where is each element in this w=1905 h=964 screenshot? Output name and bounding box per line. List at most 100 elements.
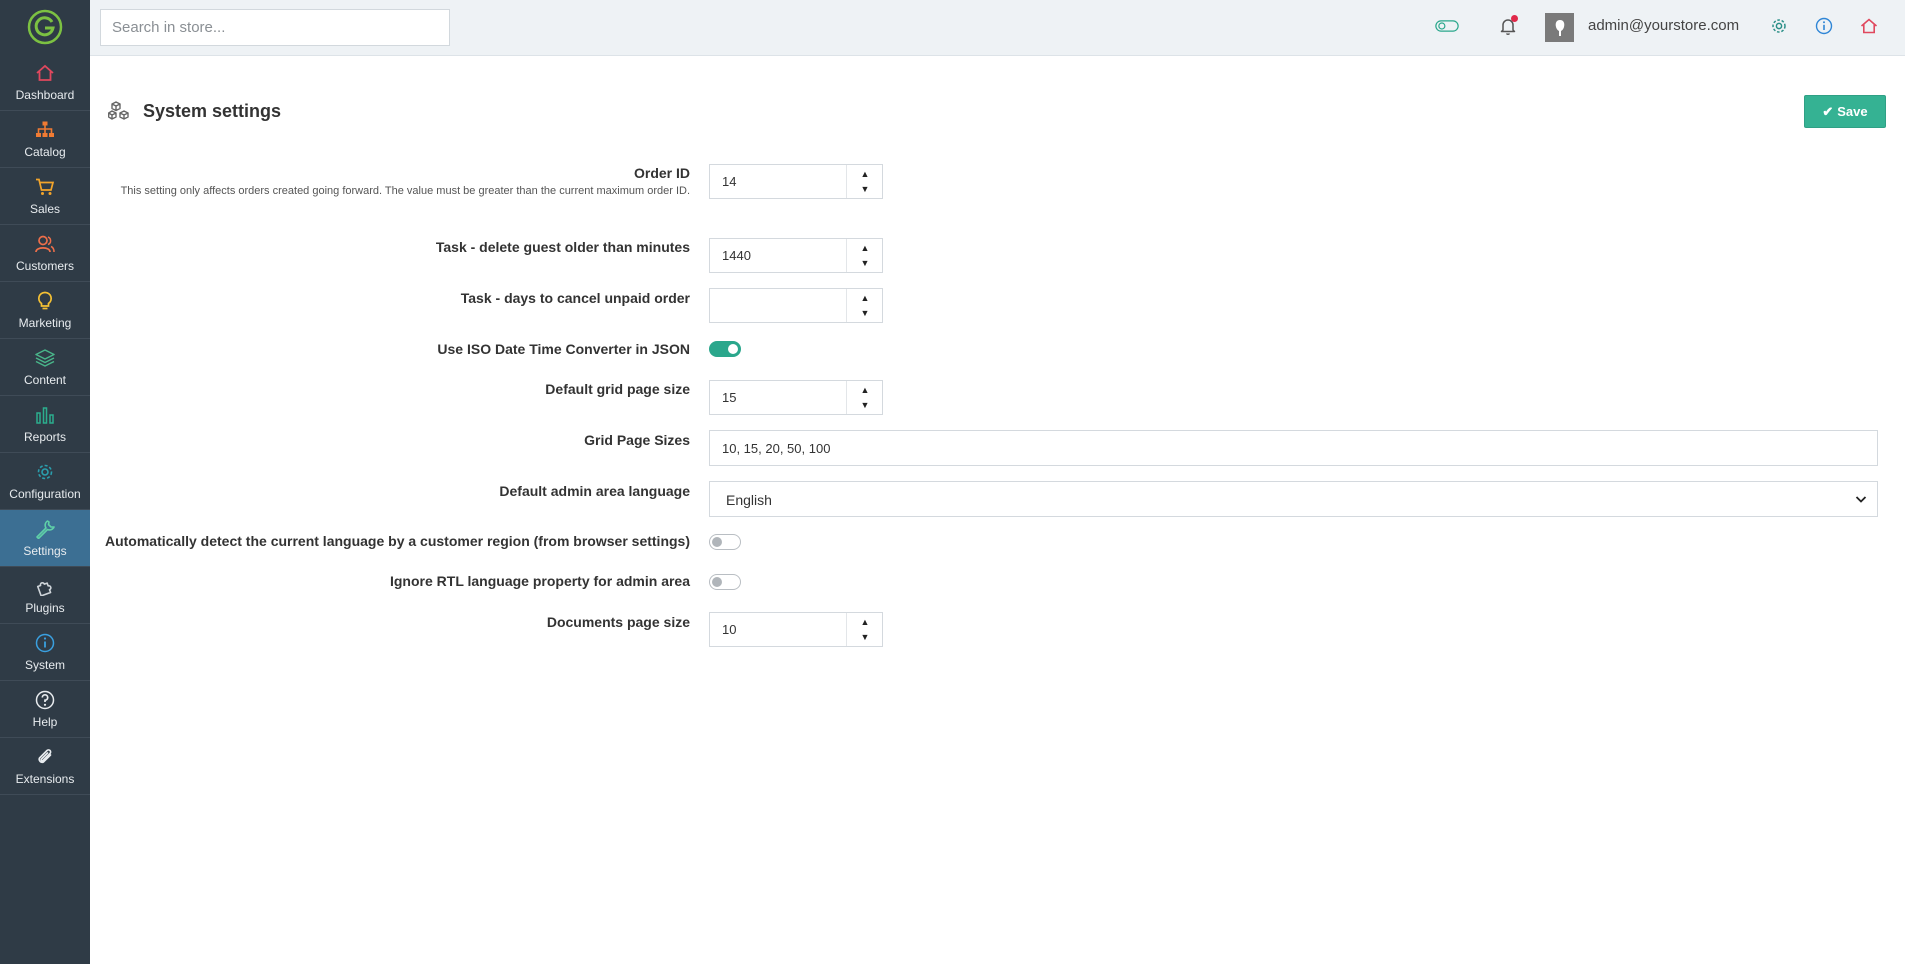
documents-page-size-value: 10	[722, 622, 737, 637]
settings-gear-icon[interactable]	[1767, 14, 1791, 38]
delete-guest-value: 1440	[722, 248, 751, 263]
grid-page-sizes-input[interactable]: 10, 15, 20, 50, 100	[709, 430, 1878, 466]
spin-down-icon[interactable]: ▼	[847, 305, 883, 321]
order-id-value: 14	[722, 174, 737, 189]
sidebar-item-label: Marketing	[18, 316, 72, 330]
iso-date-label: Use ISO Date Time Converter in JSON	[437, 341, 690, 357]
info-icon	[34, 632, 56, 654]
grid-page-size-input[interactable]: 15 ▲ ▼	[709, 380, 883, 415]
layers-icon	[34, 347, 56, 369]
order-id-hint: This setting only affects orders created…	[120, 185, 690, 197]
ignore-rtl-label: Ignore RTL language property for admin a…	[389, 573, 690, 589]
sidebar-item-label: Settings	[23, 544, 67, 558]
spin-up-icon[interactable]: ▲	[847, 382, 883, 398]
sidebar-item-marketing[interactable]: Marketing	[0, 282, 90, 339]
sidebar-item-label: Customers	[15, 259, 74, 273]
users-icon	[34, 233, 56, 255]
sidebar-item-label: Reports	[23, 430, 67, 444]
sidebar-item-label: System	[24, 658, 65, 672]
sidebar-item-label: Sales	[29, 202, 61, 216]
grid-page-size-stepper: ▲ ▼	[846, 381, 882, 414]
sidebar: Dashboard Catalog Sales Customers Market…	[0, 0, 90, 964]
ignore-rtl-toggle[interactable]	[709, 574, 741, 590]
delete-guest-stepper: ▲ ▼	[846, 239, 882, 272]
spin-up-icon[interactable]: ▲	[847, 614, 883, 630]
sidebar-item-label: Help	[32, 715, 58, 729]
chevron-down-icon	[1853, 491, 1869, 507]
cart-icon	[34, 176, 56, 198]
notification-bell-icon[interactable]	[1497, 14, 1521, 38]
user-email[interactable]: admin@yourstore.com	[1588, 17, 1739, 34]
search-input[interactable]	[100, 9, 450, 46]
wrench-icon	[34, 518, 56, 540]
spin-up-icon[interactable]: ▲	[847, 290, 883, 306]
spin-up-icon[interactable]: ▲	[847, 240, 883, 256]
help-icon	[34, 689, 56, 711]
sitemap-icon	[34, 119, 56, 141]
check-icon: ✔	[1822, 103, 1834, 119]
sidebar-item-help[interactable]: Help	[0, 681, 90, 738]
lightbulb-icon	[34, 290, 56, 312]
documents-page-size-input[interactable]: 10 ▲ ▼	[709, 612, 883, 647]
documents-page-size-label: Documents page size	[546, 614, 690, 630]
grid-page-sizes-value: 10, 15, 20, 50, 100	[722, 441, 831, 456]
cubes-icon	[108, 100, 132, 122]
logo-icon	[27, 9, 63, 45]
sidebar-item-customers[interactable]: Customers	[0, 225, 90, 282]
bar-chart-icon	[34, 404, 56, 426]
spin-down-icon[interactable]: ▼	[847, 181, 883, 197]
home-icon	[34, 62, 56, 84]
top-header: admin@yourstore.com	[90, 0, 1905, 56]
info-icon[interactable]	[1812, 14, 1836, 38]
spin-down-icon[interactable]: ▼	[847, 255, 883, 271]
spin-down-icon[interactable]: ▼	[847, 629, 883, 645]
sidebar-item-configuration[interactable]: Configuration	[0, 453, 90, 510]
admin-language-select[interactable]: English	[709, 481, 1878, 517]
grid-page-sizes-label: Grid Page Sizes	[584, 432, 690, 448]
admin-language-value: English	[726, 492, 772, 508]
admin-language-label: Default admin area language	[499, 483, 690, 499]
delete-guest-input[interactable]: 1440 ▲ ▼	[709, 238, 883, 273]
sidebar-item-label: Extensions	[15, 772, 75, 786]
sidebar-item-sales[interactable]: Sales	[0, 168, 90, 225]
iso-date-toggle[interactable]	[709, 341, 741, 357]
theme-toggle-icon[interactable]	[1435, 14, 1459, 38]
paperclip-icon	[34, 746, 56, 768]
grid-page-size-label: Default grid page size	[545, 381, 690, 397]
sidebar-item-catalog[interactable]: Catalog	[0, 111, 90, 168]
puzzle-icon	[34, 575, 56, 597]
order-id-label: Order ID	[633, 165, 690, 181]
logo[interactable]	[0, 0, 90, 54]
spin-down-icon[interactable]: ▼	[847, 397, 883, 413]
sidebar-item-content[interactable]: Content	[0, 339, 90, 396]
cancel-unpaid-stepper: ▲ ▼	[846, 289, 882, 322]
sidebar-item-reports[interactable]: Reports	[0, 396, 90, 453]
sidebar-item-label: Content	[23, 373, 67, 387]
sidebar-item-system[interactable]: System	[0, 624, 90, 681]
cancel-unpaid-input[interactable]: ▲ ▼	[709, 288, 883, 323]
gear-icon	[34, 461, 56, 483]
grid-page-size-value: 15	[722, 390, 737, 405]
sidebar-item-dashboard[interactable]: Dashboard	[0, 54, 90, 111]
auto-detect-toggle[interactable]	[709, 534, 741, 550]
sidebar-item-settings[interactable]: Settings	[0, 510, 90, 567]
sidebar-item-label: Catalog	[24, 145, 66, 159]
page-title: System settings	[143, 101, 282, 121]
spin-up-icon[interactable]: ▲	[847, 166, 883, 182]
save-button[interactable]: ✔ Save	[1804, 95, 1886, 128]
avatar[interactable]	[1545, 13, 1574, 42]
sidebar-item-label: Dashboard	[15, 88, 75, 102]
delete-guest-label: Task - delete guest older than minutes	[435, 239, 690, 255]
auto-detect-label: Automatically detect the current languag…	[104, 533, 690, 549]
order-id-stepper: ▲ ▼	[846, 165, 882, 198]
documents-page-size-stepper: ▲ ▼	[846, 613, 882, 646]
sidebar-item-extensions[interactable]: Extensions	[0, 738, 90, 795]
home-icon[interactable]	[1857, 14, 1881, 38]
sidebar-item-label: Plugins	[25, 601, 65, 615]
order-id-input[interactable]: 14 ▲ ▼	[709, 164, 883, 199]
sidebar-item-plugins[interactable]: Plugins	[0, 567, 90, 624]
user-avatar-icon	[1555, 19, 1564, 36]
save-button-label: Save	[1837, 104, 1868, 119]
sidebar-item-label: Configuration	[9, 487, 81, 501]
cancel-unpaid-label: Task - days to cancel unpaid order	[460, 290, 690, 306]
